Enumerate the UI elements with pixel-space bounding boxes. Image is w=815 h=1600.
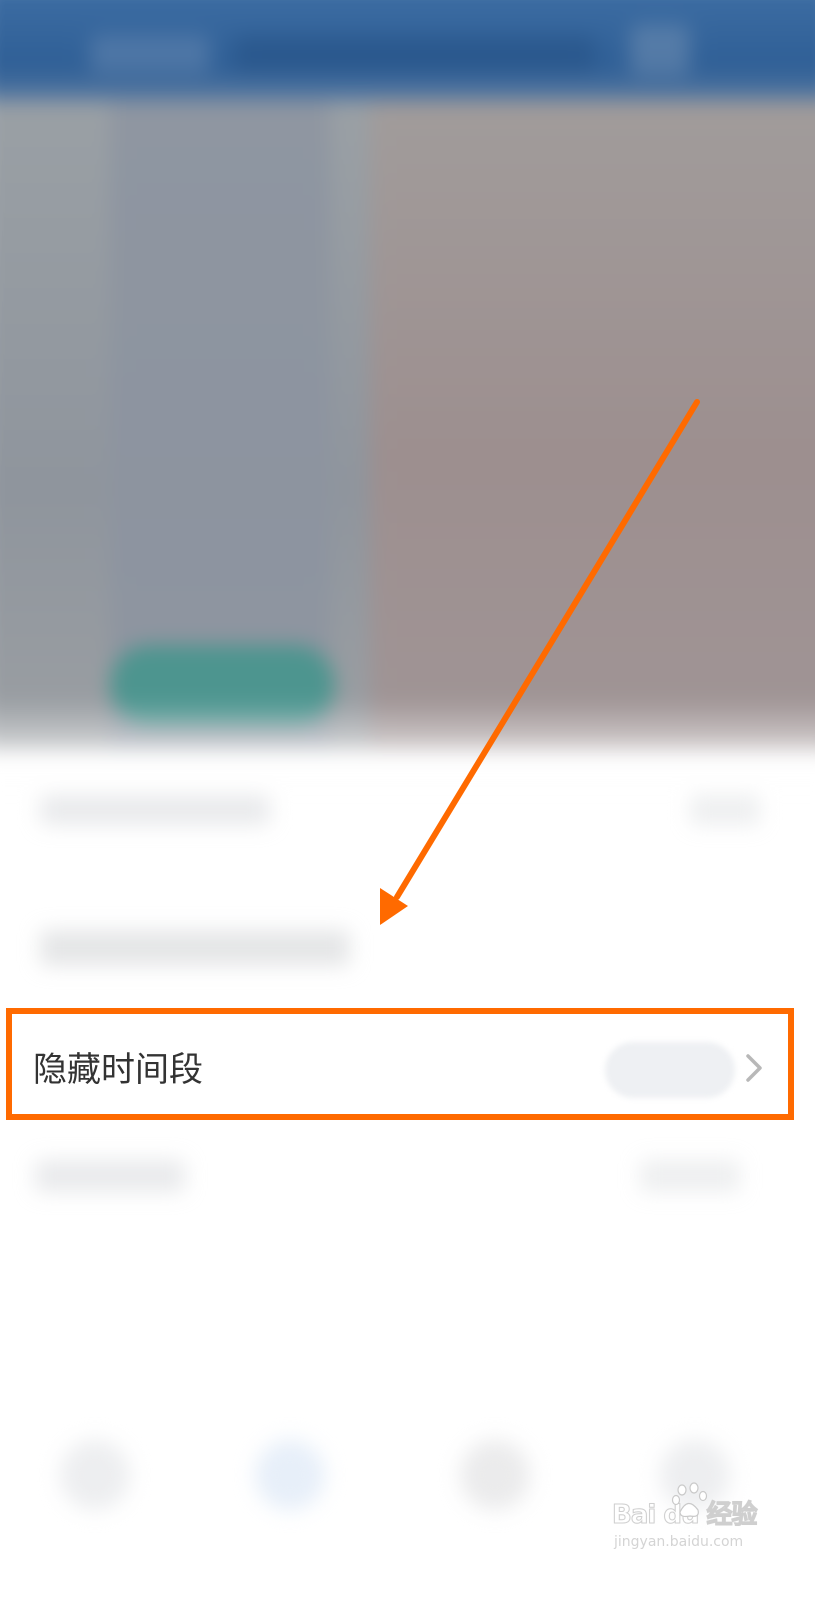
blurred-setting-value-3	[640, 1160, 740, 1192]
hide-time-period-label: 隐藏时间段	[33, 1050, 203, 1090]
top-navigation-bar	[0, 0, 815, 105]
banner-right-panel	[370, 100, 815, 750]
blurred-setting-row-3[interactable]	[35, 1160, 185, 1192]
blurred-setting-row-1[interactable]	[40, 795, 270, 825]
baidu-paw-icon	[670, 1480, 710, 1520]
hide-time-period-row[interactable]: 隐藏时间段	[0, 1008, 815, 1126]
chevron-right-icon	[740, 1048, 768, 1088]
bottom-nav-item-2[interactable]	[255, 1440, 325, 1510]
baidu-jingyan-watermark: Bai du 经验 jingyan.baidu.com	[612, 1480, 792, 1580]
watermark-url: jingyan.baidu.com	[614, 1534, 744, 1550]
bottom-nav-item-1[interactable]	[60, 1440, 130, 1510]
blurred-setting-value-1	[690, 795, 760, 825]
blurred-setting-row-2[interactable]	[40, 930, 350, 966]
blurred-background	[0, 0, 815, 1600]
banner-fade	[0, 700, 815, 800]
app-screen: 隐藏时间段 Bai du 经验 jin	[0, 0, 815, 1600]
bottom-nav-item-3[interactable]	[460, 1440, 530, 1510]
hide-time-period-value	[605, 1042, 735, 1098]
